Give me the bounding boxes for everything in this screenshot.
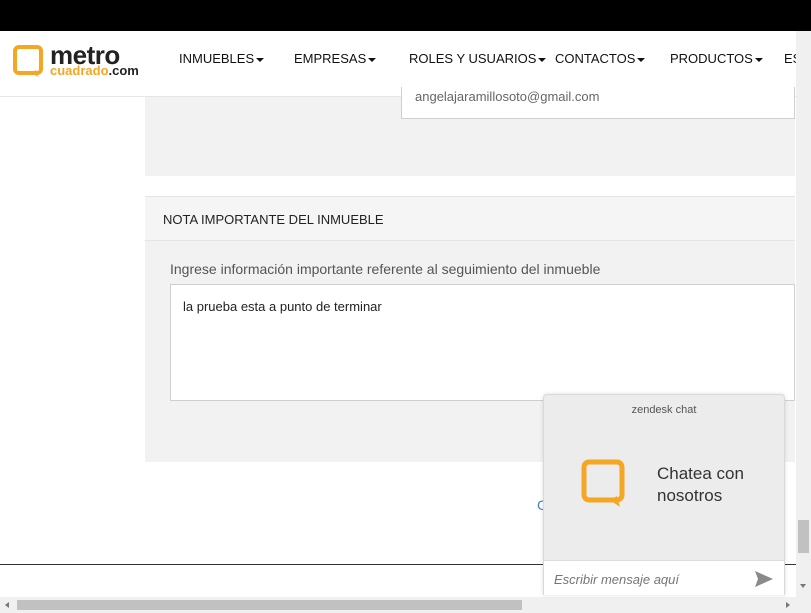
send-icon[interactable] <box>754 570 774 588</box>
nav-item-inmuebles[interactable]: INMUEBLES <box>179 51 265 66</box>
caret-down-icon <box>368 57 377 62</box>
nav-item-productos[interactable]: PRODUCTOS <box>670 51 763 66</box>
chat-bubble-icon <box>581 459 625 507</box>
email-field[interactable]: angelajaramillosoto@gmail.com <box>401 87 795 119</box>
note-panel-title: NOTA IMPORTANTE DEL INMUEBLE <box>163 212 384 227</box>
scroll-right-arrow-icon[interactable] <box>786 602 790 608</box>
browser-top-bar <box>0 0 811 31</box>
logo-word-cuadrado: cuadrado.com <box>50 63 139 78</box>
vertical-scrollbar[interactable] <box>796 31 811 597</box>
chat-message-input[interactable] <box>554 569 744 589</box>
vertical-scroll-thumb[interactable] <box>798 520 809 553</box>
nav-item-roles-usuarios[interactable]: ROLES Y USUARIOS <box>409 51 547 66</box>
chat-headline: Chatea con nosotros <box>657 464 744 505</box>
chat-widget[interactable]: zendesk chat Chatea con nosotros <box>543 394 785 595</box>
scroll-down-arrow-icon[interactable] <box>800 584 806 588</box>
note-panel-header: NOTA IMPORTANTE DEL INMUEBLE <box>145 196 795 241</box>
scroll-left-arrow-icon[interactable] <box>5 602 9 608</box>
contact-panel: angelajaramillosoto@gmail.com <box>145 87 795 176</box>
logo-square-icon <box>13 45 43 77</box>
nav-item-contactos[interactable]: CONTACTOS <box>555 51 646 66</box>
email-value: angelajaramillosoto@gmail.com <box>415 89 600 104</box>
caret-down-icon <box>256 57 265 62</box>
horizontal-scrollbar[interactable] <box>0 597 811 613</box>
caret-down-icon <box>637 57 646 62</box>
note-textarea[interactable]: la prueba esta a punto de terminar <box>170 284 795 401</box>
note-field-label: Ingrese información importante referente… <box>170 261 601 277</box>
chat-brand-label: zendesk chat <box>631 404 697 416</box>
left-margin <box>0 97 145 567</box>
metrocuadrado-logo[interactable]: metro cuadrado.com <box>12 42 152 82</box>
horizontal-scroll-thumb[interactable] <box>17 600 522 610</box>
nav-item-empresas[interactable]: EMPRESAS <box>294 51 377 66</box>
caret-down-icon <box>754 57 763 62</box>
chat-input-bar <box>544 560 784 595</box>
caret-down-icon <box>538 57 547 62</box>
